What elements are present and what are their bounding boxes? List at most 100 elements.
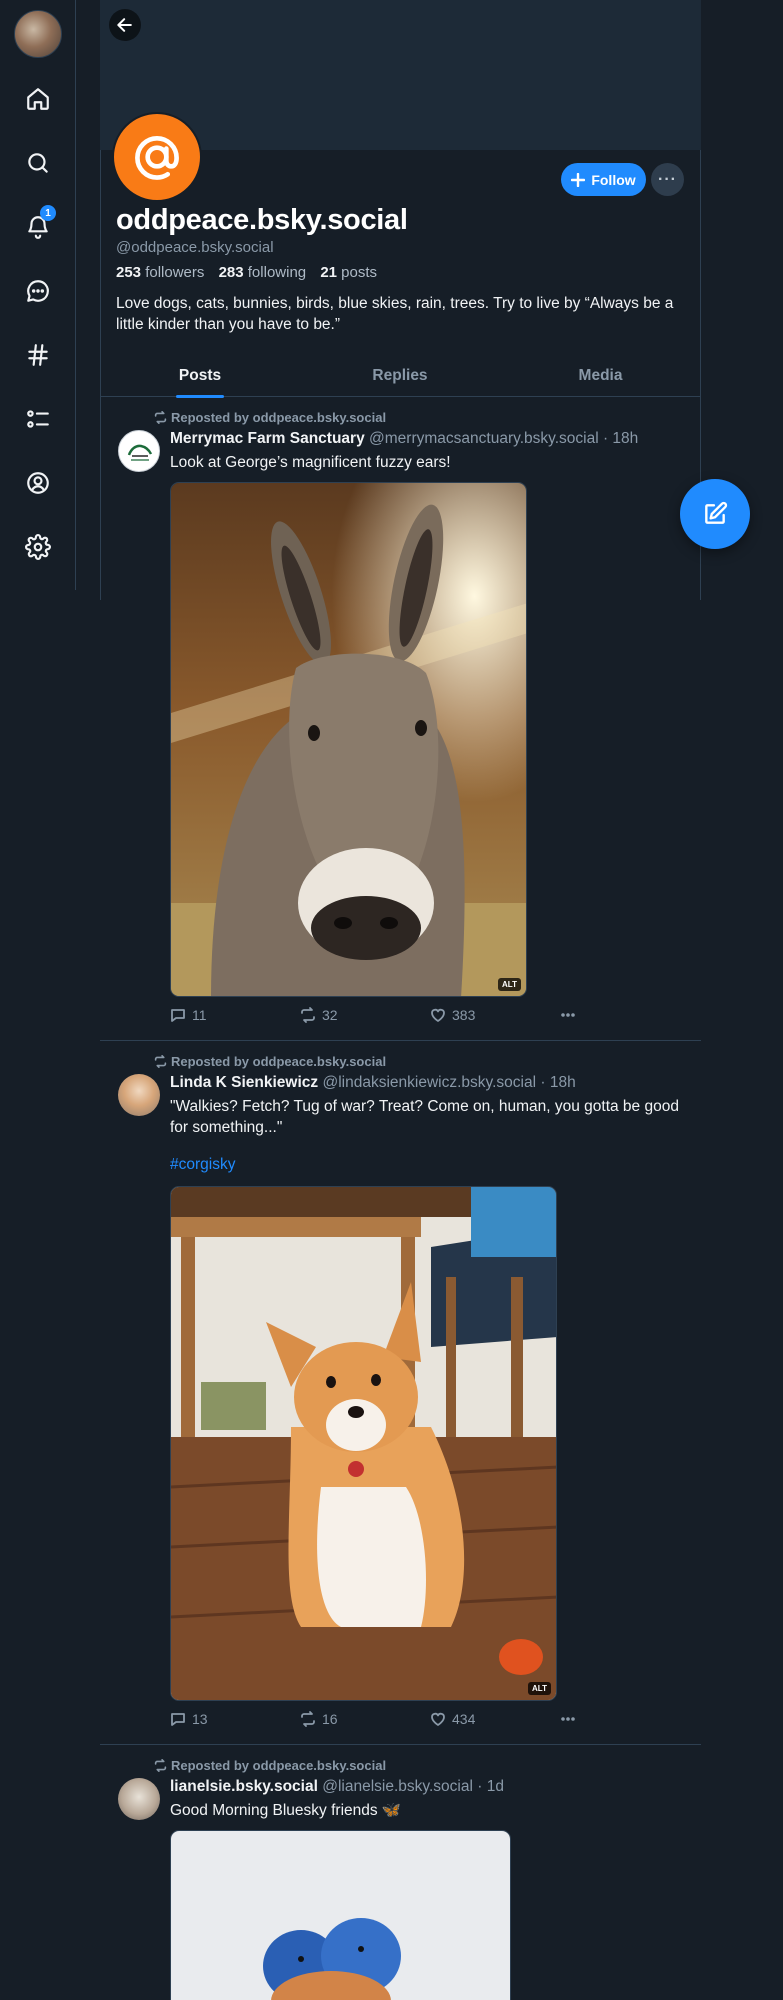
post-author-name[interactable]: Linda K Sienkiewicz bbox=[170, 1074, 318, 1091]
corgi-photo bbox=[171, 1187, 556, 1700]
ellipsis-icon bbox=[561, 1013, 575, 1017]
posts-label: posts bbox=[341, 264, 378, 281]
profile-icon[interactable] bbox=[20, 465, 56, 501]
reply-icon bbox=[171, 1713, 185, 1726]
bell-icon[interactable]: 1 bbox=[20, 205, 56, 245]
post-image-corgi[interactable]: ALT bbox=[170, 1186, 557, 1701]
profile-bio: Love dogs, cats, bunnies, birds, blue sk… bbox=[116, 295, 674, 333]
post-author-avatar[interactable] bbox=[118, 1074, 160, 1116]
hashtag-icon[interactable] bbox=[20, 337, 56, 373]
home-icon[interactable] bbox=[20, 81, 56, 117]
tab-replies[interactable]: Replies bbox=[300, 355, 500, 397]
profile-handle: @oddpeace.bsky.social bbox=[116, 239, 274, 256]
heart-icon bbox=[431, 1712, 445, 1726]
current-user-avatar[interactable] bbox=[14, 10, 62, 58]
followers-label: followers bbox=[145, 264, 205, 281]
compose-icon bbox=[705, 501, 728, 524]
post-actions: 11 32 383 bbox=[170, 1007, 590, 1027]
post-header: lianelsie.bsky.social @lianelsie.bsky.so… bbox=[170, 1778, 504, 1796]
repost-count: 32 bbox=[322, 1007, 338, 1023]
repost-icon bbox=[154, 1759, 167, 1772]
post-more-button[interactable] bbox=[560, 1007, 576, 1023]
posts-stat: 21 posts bbox=[320, 264, 377, 281]
tab-media-label: Media bbox=[578, 367, 623, 384]
repost-icon bbox=[154, 1055, 167, 1068]
post-author-name[interactable]: Merrymac Farm Sanctuary bbox=[170, 430, 365, 447]
repost-indicator: Reposted by oddpeace.bsky.social bbox=[154, 1054, 386, 1069]
main-column: Follow ··· oddpeace.bsky.social @oddpeac… bbox=[100, 0, 701, 2000]
repost-indicator: Reposted by oddpeace.bsky.social bbox=[154, 410, 386, 425]
compose-post-button[interactable] bbox=[680, 479, 750, 549]
follow-button[interactable]: Follow bbox=[561, 163, 646, 196]
post-image-donkey[interactable]: ALT bbox=[170, 482, 527, 997]
following-count: 283 bbox=[218, 264, 244, 281]
donkey-photo bbox=[171, 483, 526, 996]
repost-icon bbox=[301, 1711, 315, 1727]
farm-logo-icon bbox=[127, 444, 153, 461]
followers-count: 253 bbox=[116, 264, 142, 281]
tab-media[interactable]: Media bbox=[500, 355, 701, 397]
search-icon[interactable] bbox=[20, 145, 56, 181]
left-nav: 1 bbox=[0, 0, 76, 590]
post-header: Linda K Sienkiewicz @lindaksienkiewicz.b… bbox=[170, 1074, 576, 1092]
tab-posts[interactable]: Posts bbox=[100, 355, 300, 398]
feed-post[interactable]: Reposted by oddpeace.bsky.social Merryma… bbox=[100, 397, 701, 1040]
following-label: following bbox=[247, 264, 307, 281]
post-author-name[interactable]: lianelsie.bsky.social bbox=[170, 1778, 318, 1795]
arrow-left-icon bbox=[117, 18, 132, 32]
profile-stats: 253 followers 283 following 21 posts bbox=[116, 264, 377, 281]
ellipsis-icon bbox=[561, 1717, 575, 1721]
feed-post[interactable]: Reposted by oddpeace.bsky.social lianels… bbox=[100, 1745, 701, 2000]
plus-icon bbox=[571, 172, 586, 187]
followers-link[interactable]: 253 followers bbox=[116, 264, 204, 281]
feed-post[interactable]: Reposted by oddpeace.bsky.social Linda K… bbox=[100, 1041, 701, 1744]
reply-button[interactable]: 11 bbox=[170, 1007, 207, 1023]
post-author-avatar[interactable] bbox=[118, 1778, 160, 1820]
post-author-meta[interactable]: @lianelsie.bsky.social · 1d bbox=[322, 1778, 504, 1795]
post-text: Look at George’s magnificent fuzzy ears! bbox=[170, 454, 451, 471]
repost-label: Reposted by oddpeace.bsky.social bbox=[171, 410, 387, 425]
post-author-meta[interactable]: @lindaksienkiewicz.bsky.social · 18h bbox=[322, 1074, 575, 1091]
like-button[interactable]: 434 bbox=[430, 1711, 475, 1727]
notification-badge: 1 bbox=[40, 205, 56, 221]
reply-button[interactable]: 13 bbox=[170, 1711, 208, 1727]
reply-icon bbox=[171, 1009, 185, 1022]
tab-posts-label: Posts bbox=[178, 367, 222, 384]
like-button[interactable]: 383 bbox=[430, 1007, 475, 1023]
post-image-bluebirds[interactable] bbox=[170, 1830, 511, 2000]
list-icon[interactable] bbox=[20, 401, 56, 437]
like-count: 434 bbox=[452, 1711, 476, 1727]
post-text: Good Morning Bluesky friends 🦋 bbox=[170, 1802, 402, 1819]
follow-label: Follow bbox=[591, 171, 636, 188]
alt-badge[interactable]: ALT bbox=[498, 978, 521, 991]
profile-tabs: Posts Replies Media bbox=[100, 355, 701, 398]
reply-count: 11 bbox=[192, 1007, 207, 1023]
repost-button[interactable]: 32 bbox=[300, 1007, 338, 1023]
repost-icon bbox=[301, 1007, 315, 1023]
repost-count: 16 bbox=[322, 1711, 338, 1727]
post-author-avatar[interactable] bbox=[118, 430, 160, 472]
repost-label: Reposted by oddpeace.bsky.social bbox=[171, 1054, 387, 1069]
post-header: Merrymac Farm Sanctuary @merrymacsanctua… bbox=[170, 430, 638, 448]
alt-badge[interactable]: ALT bbox=[528, 1682, 551, 1695]
profile-avatar[interactable] bbox=[112, 112, 202, 202]
following-link[interactable]: 283 following bbox=[219, 264, 307, 281]
repost-label: Reposted by oddpeace.bsky.social bbox=[171, 1758, 387, 1773]
heart-icon bbox=[431, 1008, 445, 1022]
gear-icon[interactable] bbox=[20, 529, 56, 565]
back-button[interactable] bbox=[109, 9, 141, 41]
tab-replies-label: Replies bbox=[372, 367, 428, 384]
profile-display-name: oddpeace.bsky.social bbox=[116, 204, 408, 236]
reply-count: 13 bbox=[192, 1711, 208, 1727]
hashtag-link[interactable]: #corgisky bbox=[170, 1156, 235, 1174]
repost-button[interactable]: 16 bbox=[300, 1711, 338, 1727]
post-author-meta[interactable]: @merrymacsanctuary.bsky.social · 18h bbox=[369, 430, 638, 447]
bluebirds-photo bbox=[171, 1831, 510, 2000]
chat-icon[interactable] bbox=[20, 273, 56, 309]
repost-indicator: Reposted by oddpeace.bsky.social bbox=[154, 1758, 386, 1773]
repost-icon bbox=[154, 411, 167, 424]
posts-count: 21 bbox=[320, 264, 337, 281]
post-more-button[interactable] bbox=[560, 1711, 576, 1727]
more-options-button[interactable]: ··· bbox=[651, 163, 684, 196]
post-text: "Walkies? Fetch? Tug of war? Treat? Come… bbox=[170, 1098, 679, 1136]
